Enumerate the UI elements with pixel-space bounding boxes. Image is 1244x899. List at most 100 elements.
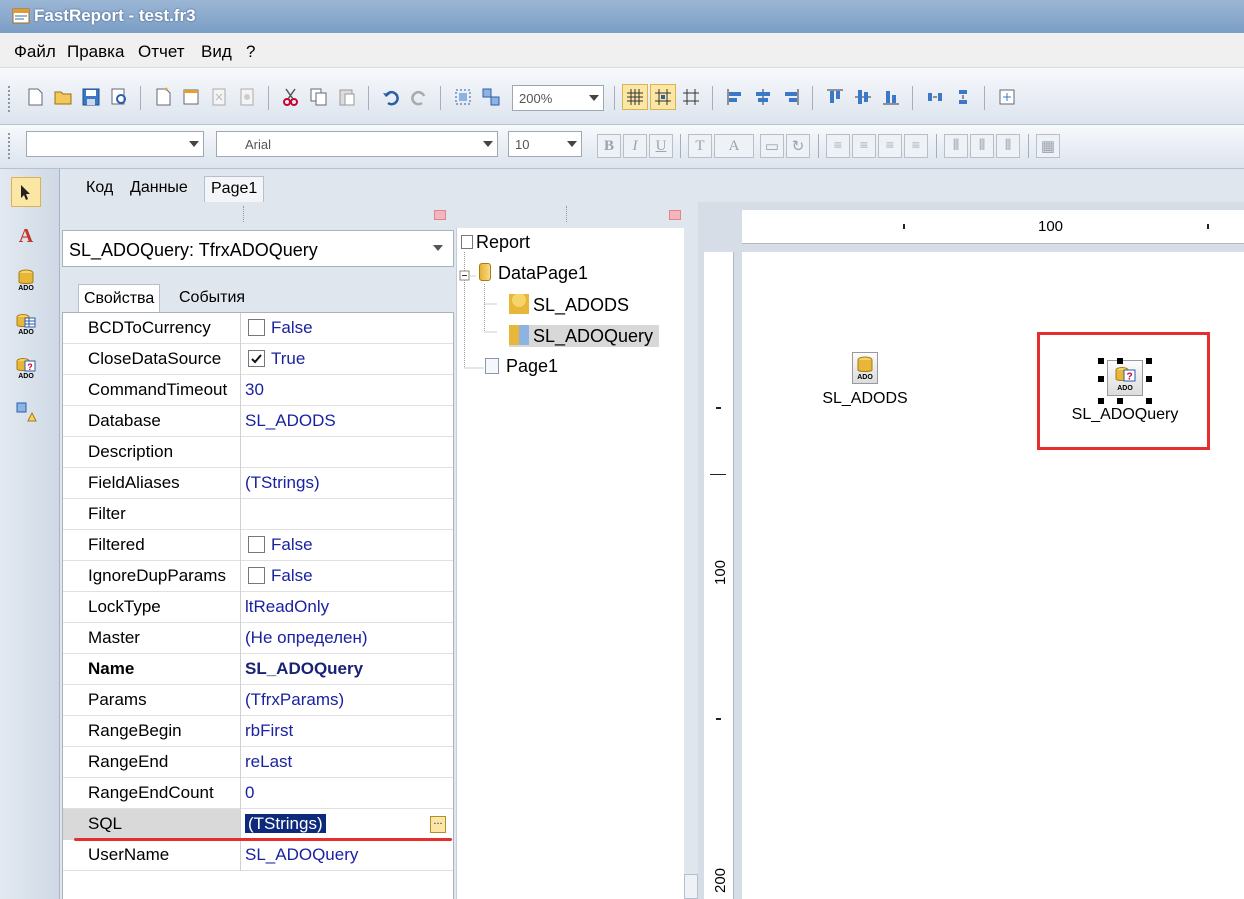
ungroup-button[interactable] [478, 84, 504, 110]
delete-page-button[interactable] [206, 84, 232, 110]
tree-item-datapage[interactable]: DataPage1 [479, 263, 588, 284]
rotate-button[interactable]: ↻ [786, 134, 810, 158]
undo-button[interactable] [378, 84, 404, 110]
fit-to-grid-button[interactable] [678, 84, 704, 110]
property-row[interactable]: CommandTimeout 30 [63, 375, 453, 406]
redo-button[interactable] [406, 84, 432, 110]
property-row[interactable]: IgnoreDupParams False [63, 561, 453, 592]
property-value[interactable]: 0 [242, 778, 452, 809]
menu-file[interactable]: Файл [14, 42, 56, 62]
property-value[interactable]: True [242, 344, 452, 375]
property-value[interactable]: (TStrings) [242, 468, 452, 499]
property-value[interactable]: (TStrings)... [242, 809, 452, 840]
center-horizontal-button[interactable] [994, 84, 1020, 110]
property-value[interactable]: 30 [242, 375, 452, 406]
property-row[interactable]: Database SL_ADODS [63, 406, 453, 437]
new-page-button[interactable] [150, 84, 176, 110]
panel-splitter[interactable] [684, 202, 698, 899]
menu-report[interactable]: Отчет [138, 42, 185, 62]
align-center-button[interactable] [750, 84, 776, 110]
preview-button[interactable] [106, 84, 132, 110]
tab-code[interactable]: Код [80, 176, 119, 202]
ellipsis-button[interactable]: ... [430, 816, 446, 833]
tab-page1[interactable]: Page1 [204, 176, 265, 202]
toolbar-grip[interactable] [8, 86, 11, 112]
align-top-button[interactable] [822, 84, 848, 110]
font-name-combo[interactable]: Arial [216, 131, 498, 157]
text-tool-button[interactable]: A [11, 221, 41, 251]
property-value[interactable]: rbFirst [242, 716, 452, 747]
property-value[interactable]: SL_ADOQuery [242, 840, 452, 871]
property-value[interactable]: (Не определен) [242, 623, 452, 654]
valign-top-button[interactable]: ⦀ [944, 134, 968, 158]
font-size-combo[interactable]: 10 [508, 131, 582, 157]
frame-button[interactable]: ▦ [1036, 134, 1060, 158]
property-row[interactable]: RangeEnd reLast [63, 747, 453, 778]
align-to-grid-button[interactable] [650, 84, 676, 110]
ado-query-tool-button[interactable]: ? ADO [11, 353, 41, 383]
align-right-button[interactable] [778, 84, 804, 110]
valign-middle-button[interactable]: ⦀ [970, 134, 994, 158]
property-row[interactable]: LockType ltReadOnly [63, 592, 453, 623]
splitter-handle[interactable] [566, 206, 567, 222]
property-row[interactable]: Filtered False [63, 530, 453, 561]
sl-adods-object[interactable]: ADO SL_ADODS [815, 352, 915, 408]
ado-database-tool-button[interactable]: ADO [11, 265, 41, 295]
tab-properties[interactable]: Свойства [78, 284, 161, 312]
property-value[interactable] [242, 437, 452, 468]
new-report-button[interactable] [22, 84, 48, 110]
underline-button[interactable]: U [649, 134, 673, 158]
shapes-tool-button[interactable] [11, 397, 41, 427]
show-grid-button[interactable] [622, 84, 648, 110]
menu-edit[interactable]: Правка [67, 42, 124, 62]
property-row[interactable]: BCDToCurrency False [63, 313, 453, 344]
tree-item-report[interactable]: Report [461, 232, 530, 253]
text-align-right-button[interactable]: ≡ [878, 134, 902, 158]
pin-icon[interactable] [434, 210, 446, 220]
pin-icon[interactable] [669, 210, 681, 220]
property-value[interactable] [242, 499, 452, 530]
scrollbar-thumb[interactable] [684, 874, 698, 899]
new-dialog-button[interactable] [178, 84, 204, 110]
property-row[interactable]: UserName SL_ADOQuery [63, 840, 453, 871]
tab-data[interactable]: Данные [124, 176, 194, 202]
property-row[interactable]: Filter [63, 499, 453, 530]
property-value[interactable]: SL_ADOQuery [242, 654, 452, 685]
space-horizontal-button[interactable] [922, 84, 948, 110]
font-color-button[interactable]: A [714, 134, 754, 158]
space-vertical-button[interactable] [950, 84, 976, 110]
align-left-button[interactable] [722, 84, 748, 110]
tree-item-page1[interactable]: Page1 [485, 356, 558, 377]
align-bottom-button[interactable] [878, 84, 904, 110]
property-row[interactable]: Master (Не определен) [63, 623, 453, 654]
bold-button[interactable]: B [597, 134, 621, 158]
tree-item-sl-adoquery[interactable]: SL_ADOQuery [509, 325, 660, 347]
align-middle-button[interactable] [850, 84, 876, 110]
menu-view[interactable]: Вид [201, 42, 232, 62]
property-row[interactable]: Params (TfrxParams) [63, 685, 453, 716]
property-value[interactable]: False [242, 530, 452, 561]
property-value[interactable]: SL_ADODS [242, 406, 452, 437]
ado-table-tool-button[interactable]: ADO [11, 309, 41, 339]
property-row[interactable]: RangeBegin rbFirst [63, 716, 453, 747]
highlight-button[interactable]: ▭ [760, 134, 784, 158]
font-settings-button[interactable]: T [688, 134, 712, 158]
open-button[interactable] [50, 84, 76, 110]
tree-item-sl-adods[interactable]: SL_ADODS [509, 294, 629, 316]
property-row[interactable]: Name SL_ADOQuery [63, 654, 453, 685]
property-value[interactable]: ltReadOnly [242, 592, 452, 623]
menu-help[interactable]: ? [246, 42, 255, 62]
property-value[interactable]: False [242, 313, 452, 344]
cut-button[interactable] [278, 84, 304, 110]
property-value[interactable]: (TfrxParams) [242, 685, 452, 716]
property-row[interactable]: SQL (TStrings)... [63, 809, 453, 840]
text-align-left-button[interactable]: ≡ [826, 134, 850, 158]
property-value[interactable]: False [242, 561, 452, 592]
property-row[interactable]: FieldAliases (TStrings) [63, 468, 453, 499]
text-justify-button[interactable]: ≡ [904, 134, 928, 158]
paste-button[interactable] [334, 84, 360, 110]
group-button[interactable] [450, 84, 476, 110]
save-button[interactable] [78, 84, 104, 110]
copy-button[interactable] [306, 84, 332, 110]
property-checkbox[interactable] [248, 567, 265, 584]
